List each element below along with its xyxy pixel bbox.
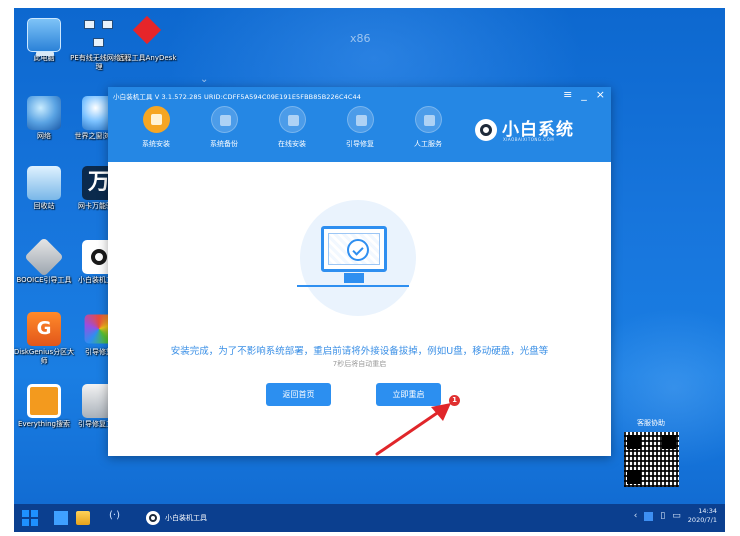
close-button[interactable]: × xyxy=(596,88,605,101)
taskbar-app-label: 小白装机工具 xyxy=(165,514,207,522)
desktop-icon-recycle-bin[interactable]: 回收站 xyxy=(14,166,75,211)
monitor-screen xyxy=(328,233,380,265)
tab-label: 系统备份 xyxy=(210,140,238,148)
clock[interactable]: 14:34 2020/7/1 xyxy=(688,507,717,525)
desktop-icon-label: 网络 xyxy=(37,132,51,140)
tab-system-backup[interactable]: 系统备份 xyxy=(190,106,258,149)
tray-app-icon[interactable] xyxy=(644,511,654,521)
display-icon[interactable]: ▭ xyxy=(672,511,681,521)
desktop-icon-diskgenius[interactable]: G DiskGenius分区大师 xyxy=(14,312,75,366)
pointer-arrow-icon xyxy=(375,403,451,456)
taskbar-app-xiaobai[interactable]: 小白装机工具 xyxy=(146,509,207,527)
booice-icon xyxy=(24,237,64,277)
system-tray: ‹ ▯ ▭ 14:34 2020/7/1 xyxy=(634,507,717,525)
network-status-icon[interactable]: (·) xyxy=(109,510,123,524)
desktop-icon-label: DiskGenius分区大师 xyxy=(14,348,75,365)
install-icon xyxy=(142,106,170,133)
tab-manual-service[interactable]: 人工服务 xyxy=(394,106,462,149)
tab-system-install[interactable]: 系统安装 xyxy=(122,106,190,149)
app-header: 小白装机工具 V 3.1.572.285 URID:CDFF5A594C09E1… xyxy=(108,87,611,162)
download-icon xyxy=(278,106,306,133)
start-button[interactable] xyxy=(22,510,38,526)
qr-code-icon xyxy=(624,432,679,487)
customer-service-panel[interactable]: 客服协助 xyxy=(621,418,681,498)
tray-expand-icon[interactable]: ‹ xyxy=(634,511,638,521)
file-explorer-icon[interactable] xyxy=(76,511,90,525)
monitor-stand xyxy=(344,273,364,283)
minimize-button[interactable]: _ xyxy=(581,88,587,101)
diskgenius-icon: G xyxy=(27,312,61,346)
menu-icon[interactable]: ≡ xyxy=(563,88,572,101)
anydesk-icon xyxy=(130,18,164,52)
tab-label: 人工服务 xyxy=(414,140,442,148)
restart-countdown: 7秒后将自动重启 xyxy=(332,360,387,368)
architecture-watermark: x86 xyxy=(350,32,371,45)
taskbar: (·) 小白装机工具 ‹ ▯ ▭ 14:34 2020/7/1 xyxy=(14,504,725,532)
network-globe-icon xyxy=(27,96,61,130)
desktop-icon-label: 远程工具AnyDesk xyxy=(117,54,177,62)
toolbox-icon xyxy=(346,106,374,133)
desktop-icon-everything[interactable]: Everything搜索 xyxy=(14,384,75,429)
battery-icon[interactable]: ▯ xyxy=(660,511,665,521)
main-nav: 系统安装 系统备份 在线安装 引导修复 人工服务 xyxy=(122,106,462,149)
back-home-button[interactable]: 返回首页 xyxy=(266,383,331,406)
brand-logo: 小白系统 XIAOBAIXITONG.COM xyxy=(475,115,595,147)
computer-icon xyxy=(27,18,61,56)
network-manager-icon xyxy=(82,18,116,52)
window-controls: ≡ _ × xyxy=(563,88,605,101)
window-title: 小白装机工具 V 3.1.572.285 URID:CDFF5A594C09E1… xyxy=(113,93,361,101)
chat-icon xyxy=(414,106,442,133)
backup-icon xyxy=(210,106,238,133)
tab-boot-repair[interactable]: 引导修复 xyxy=(326,106,394,149)
tab-label: 引导修复 xyxy=(346,140,374,148)
completion-message: 安装完成，为了不影响系统部署，重启前请将外接设备拔掉，例如U盘，移动硬盘，光盘等 xyxy=(170,346,549,357)
checkmark-stroke xyxy=(352,244,364,256)
desktop-icon-this-pc[interactable]: 此电脑 xyxy=(14,18,75,63)
tab-label: 在线安装 xyxy=(278,140,306,148)
everything-icon xyxy=(27,384,61,418)
desktop-icon-label: 回收站 xyxy=(33,202,55,210)
xiaobai-installer-window: 小白装机工具 V 3.1.572.285 URID:CDFF5A594C09E1… xyxy=(108,87,611,456)
tab-label: 系统安装 xyxy=(142,140,170,148)
desktop-icon-anydesk[interactable]: 远程工具AnyDesk xyxy=(116,18,178,63)
qr-label: 客服协助 xyxy=(637,419,665,427)
show-desktop-icon[interactable] xyxy=(54,511,68,525)
brand-url: XIAOBAIXITONG.COM xyxy=(503,137,555,142)
tab-online-install[interactable]: 在线安装 xyxy=(258,106,326,149)
desktop-icon-booice[interactable]: BOOICE引导工具 xyxy=(14,237,75,285)
xiaobai-logo-icon xyxy=(146,511,160,525)
checkmark-icon xyxy=(347,239,369,261)
chevron-down-icon: ⌄ xyxy=(200,74,209,85)
desktop-icon-label: BOOICE引导工具 xyxy=(16,276,72,284)
monitor-base xyxy=(297,285,409,287)
recycle-bin-icon xyxy=(27,166,61,200)
clock-time: 14:34 xyxy=(698,507,717,515)
xiaobai-logo-icon xyxy=(475,119,497,141)
monitor-icon xyxy=(321,226,387,272)
desktop-icon-label: Everything搜索 xyxy=(18,420,70,428)
clock-date: 2020/7/1 xyxy=(687,516,717,524)
desktop-icon-network[interactable]: 网络 xyxy=(14,96,75,141)
